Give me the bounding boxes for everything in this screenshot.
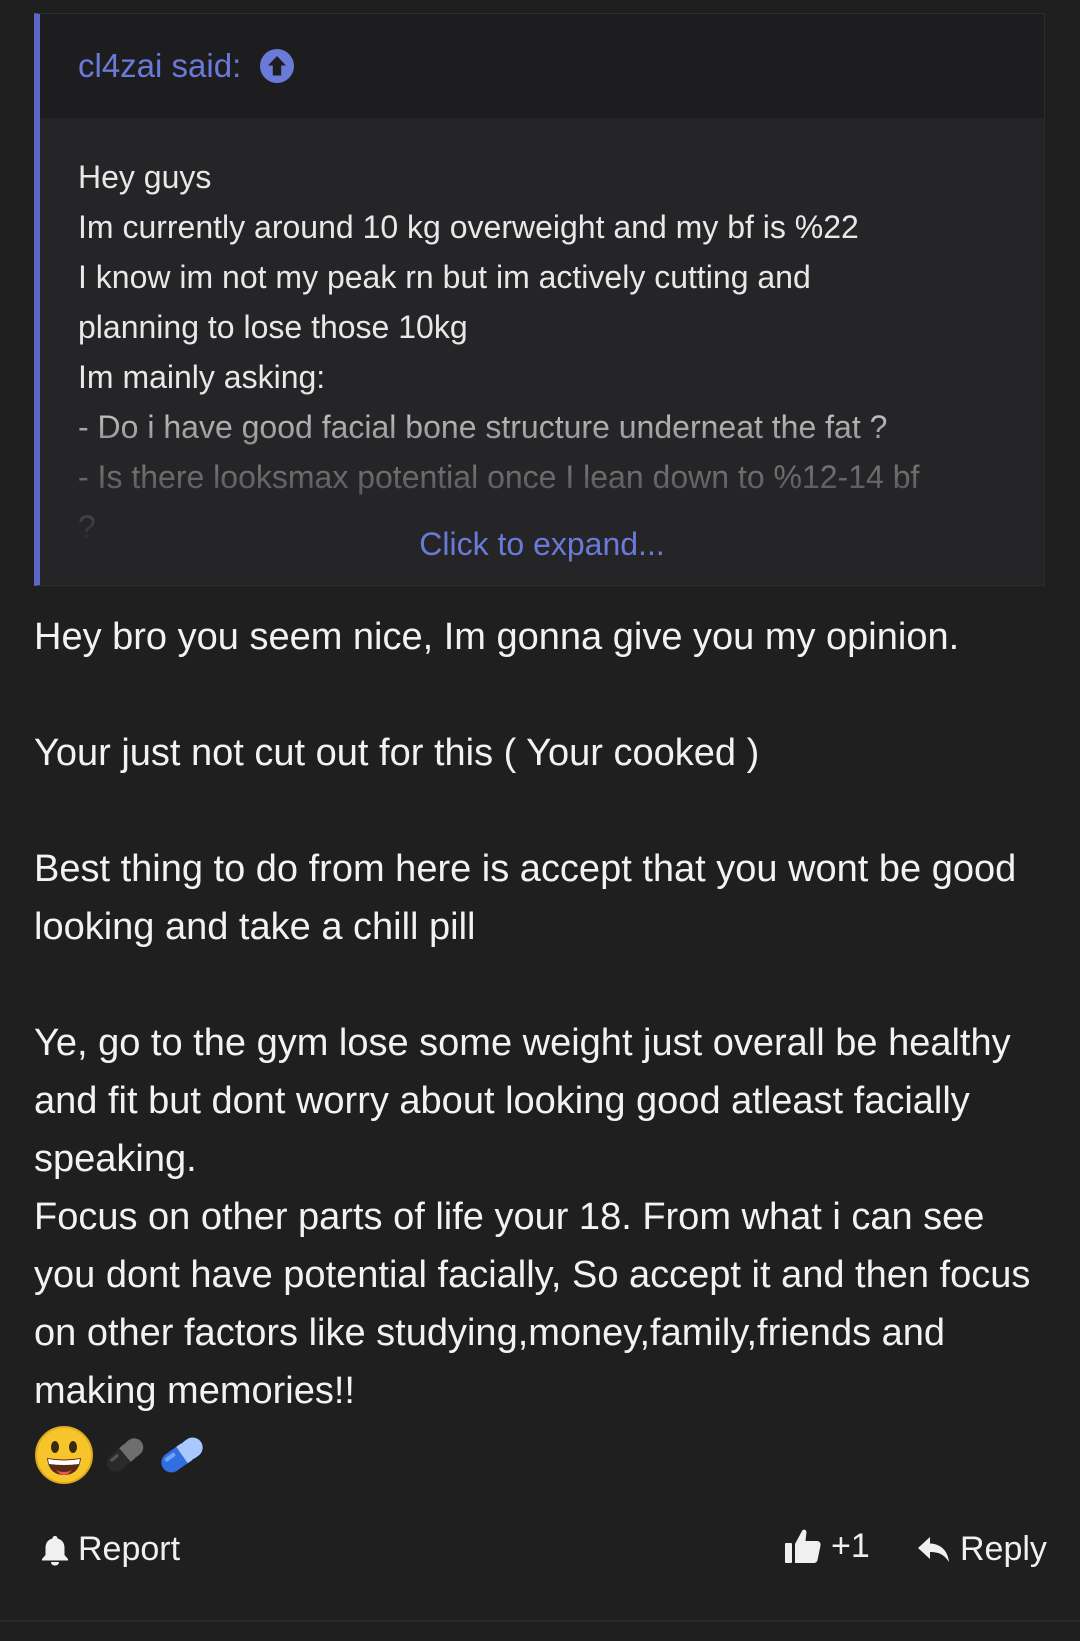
quote-block: cl4zai said: Hey guys Im currently aroun…	[34, 13, 1045, 586]
like-count: +1	[831, 1526, 870, 1565]
report-label: Report	[78, 1530, 181, 1568]
post-page: cl4zai said: Hey guys Im currently aroun…	[0, 0, 1080, 1641]
reply-button[interactable]: Reply	[916, 1530, 1047, 1569]
quote-content: Hey guys Im currently around 10 kg overw…	[40, 118, 1044, 538]
quote-header: cl4zai said:	[40, 14, 1044, 118]
quote-line: - Is there looksmax potential once I lea…	[78, 459, 920, 495]
quote-line: Im currently around 10 kg overweight and…	[78, 209, 859, 245]
bell-icon	[42, 1535, 68, 1565]
click-to-expand-link[interactable]: Click to expand...	[40, 524, 1044, 564]
quote-line: Hey guys	[78, 159, 212, 195]
quote-line: Im mainly asking:	[78, 359, 326, 395]
message-paragraph: Ye, go to the gym lose some weight just …	[34, 1022, 1011, 1180]
message-paragraph: Focus on other parts of life your 18. Fr…	[34, 1196, 1031, 1412]
message-body: Hey bro you seem nice, Im gonna give you…	[34, 608, 1050, 1486]
message-paragraph: Best thing to do from here is accept tha…	[34, 848, 1017, 948]
message-paragraph: Hey bro you seem nice, Im gonna give you…	[34, 616, 960, 658]
thumbs-up-icon	[785, 1529, 821, 1563]
like-button[interactable]: +1	[783, 1526, 870, 1566]
emoji-row	[34, 1424, 1050, 1486]
quote-line: planning to lose those 10kg	[78, 309, 468, 345]
quote-line: - Do i have good facial bone structure u…	[78, 409, 888, 445]
post-actions: Report +1 Reply	[0, 1520, 1080, 1584]
black-pill-icon	[106, 1438, 144, 1472]
report-button[interactable]: Report	[40, 1530, 180, 1569]
quote-line: I know im not my peak rn but im actively…	[78, 259, 811, 295]
quote-author-link[interactable]: cl4zai said:	[78, 47, 241, 85]
arrow-up-circle-icon[interactable]	[259, 48, 295, 84]
message-paragraph: Your just not cut out for this ( Your co…	[34, 732, 760, 774]
grinning-face-icon	[35, 1426, 93, 1484]
reply-arrow-icon	[918, 1536, 949, 1562]
reply-label: Reply	[960, 1530, 1047, 1568]
blue-pill-icon	[161, 1437, 203, 1473]
post-divider	[0, 1620, 1080, 1622]
